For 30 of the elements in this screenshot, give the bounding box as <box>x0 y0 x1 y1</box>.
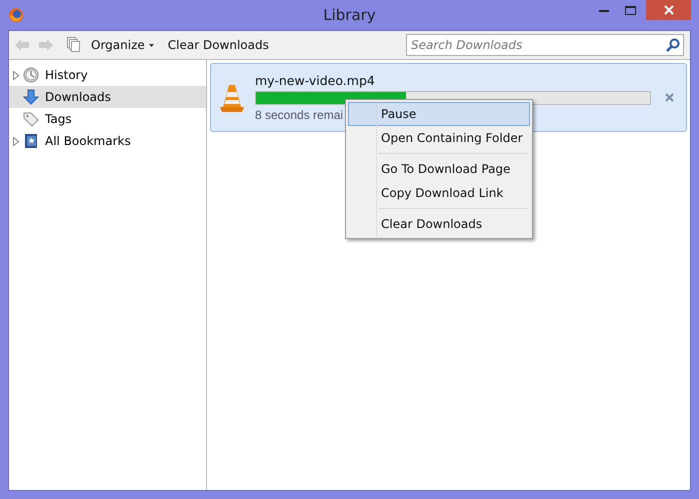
tag-icon <box>23 111 39 127</box>
search-field[interactable]: Search Downloads <box>406 34 684 56</box>
sidebar-item[interactable]: Tags <box>9 108 206 130</box>
sidebar-item[interactable]: Downloads <box>9 86 206 108</box>
search-icon[interactable] <box>666 38 680 52</box>
menu-item[interactable]: Pause <box>348 102 530 126</box>
clear-downloads-button[interactable]: Clear Downloads <box>164 36 273 54</box>
bookmarks-icon <box>23 133 39 149</box>
pages-icon <box>67 37 81 53</box>
app-logo-icon <box>8 7 24 23</box>
file-name: my-new-video.mp4 <box>255 73 376 88</box>
cancel-icon[interactable] <box>665 93 674 102</box>
sidebar-item[interactable]: All Bookmarks <box>9 130 206 152</box>
maximize-icon <box>625 6 636 14</box>
collapsed-arrow-icon[interactable] <box>12 70 18 80</box>
download-arrow-icon <box>23 89 39 105</box>
caret-icon <box>148 44 154 46</box>
sidebar-item[interactable]: History <box>9 64 206 86</box>
traffic-cone-icon <box>219 82 245 112</box>
menu-item[interactable]: Clear Downloads <box>348 212 530 236</box>
close-icon <box>664 5 674 15</box>
close-button[interactable] <box>646 0 691 20</box>
clock-icon <box>23 67 39 83</box>
window-title: Library <box>323 6 376 24</box>
time-remaining: 8 seconds remai <box>255 108 344 122</box>
menu-item[interactable]: Copy Download Link <box>348 181 530 205</box>
collapsed-arrow-icon[interactable] <box>12 136 18 146</box>
organize-menu-button[interactable]: Organize <box>87 36 158 54</box>
minimize-icon <box>598 8 608 12</box>
menu-item[interactable]: Go To Download Page <box>348 157 530 181</box>
